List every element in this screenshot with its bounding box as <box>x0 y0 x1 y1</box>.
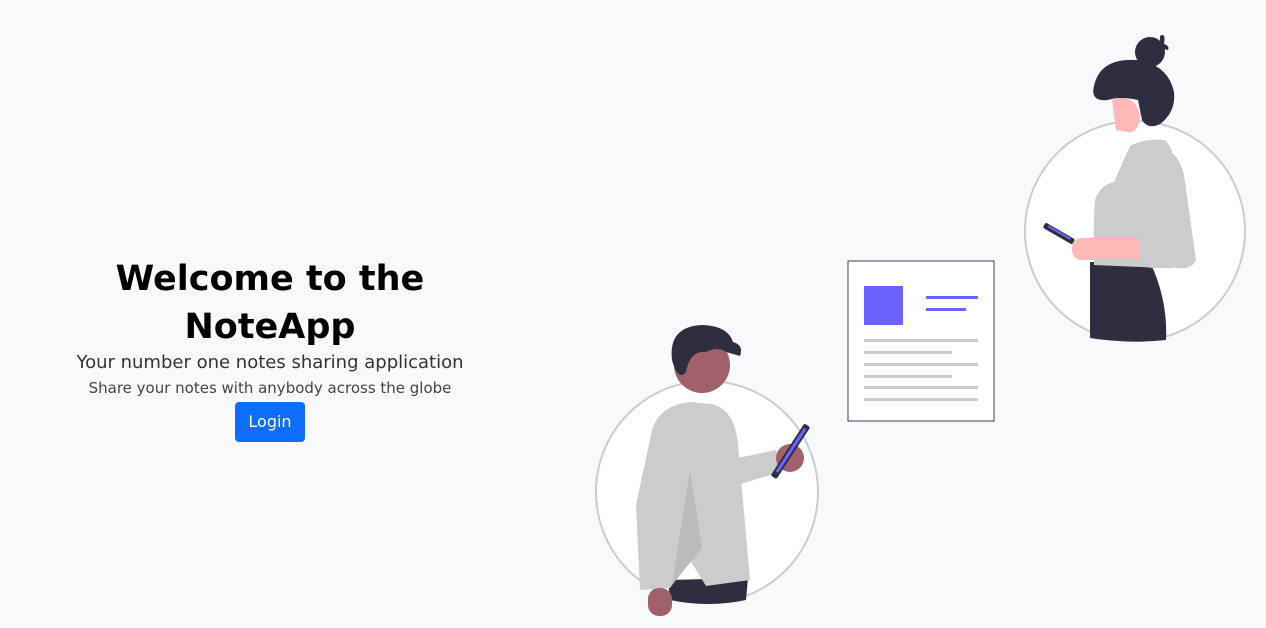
page-title: Welcome to the NoteApp <box>115 259 425 347</box>
woman-with-phone-figure <box>1024 35 1246 342</box>
note-document-icon <box>847 260 995 422</box>
man-with-phone-figure <box>595 325 819 616</box>
hero-tagline: Share your notes with anybody across the… <box>88 379 452 397</box>
login-button[interactable]: Login <box>235 402 305 442</box>
hero-subtitle: Your number one notes sharing applicatio… <box>76 352 464 373</box>
landing-page: Welcome to the NoteApp Your number one n… <box>0 0 1266 628</box>
hero-section: Welcome to the NoteApp Your number one n… <box>40 255 500 442</box>
people-sharing-notes-illustration <box>595 35 1246 616</box>
